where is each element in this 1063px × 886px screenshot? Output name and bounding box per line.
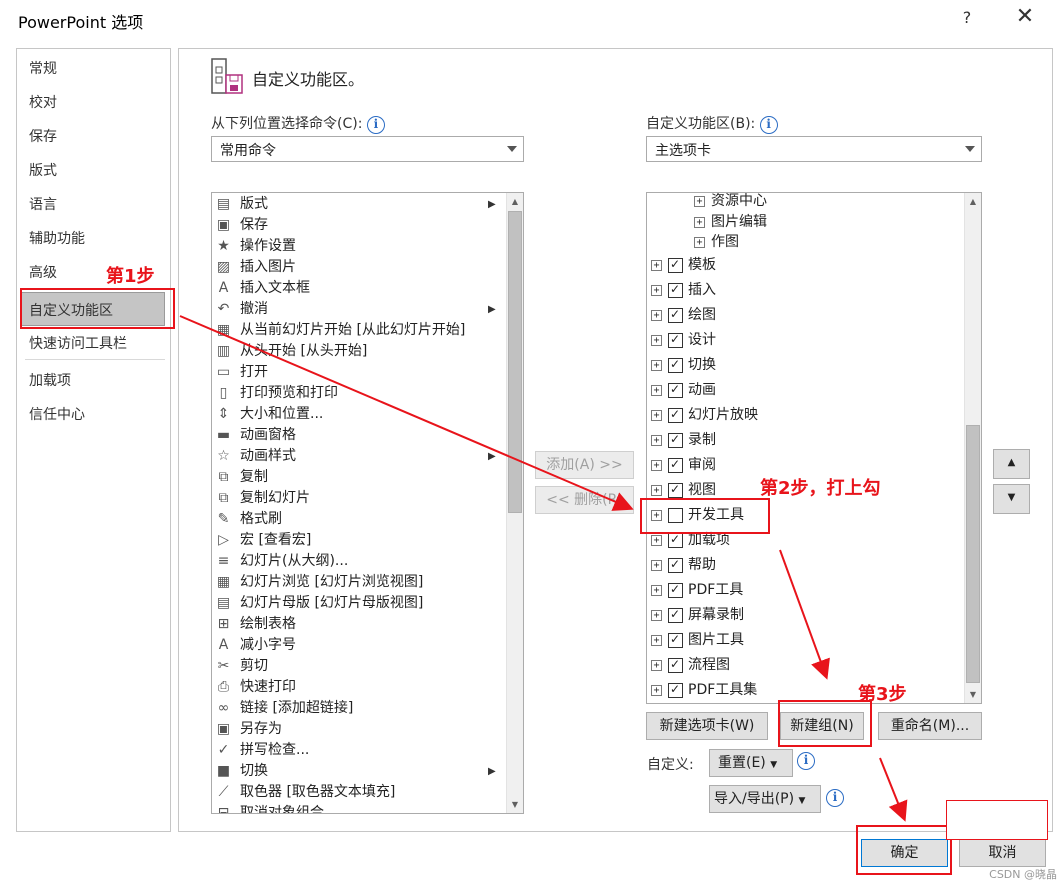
arrow-step2-to-step3 bbox=[779, 549, 830, 680]
annotation-arrows bbox=[179, 315, 908, 822]
arrow-step3-to-ok bbox=[879, 757, 908, 822]
arrow-step1-to-step2 bbox=[179, 315, 634, 511]
